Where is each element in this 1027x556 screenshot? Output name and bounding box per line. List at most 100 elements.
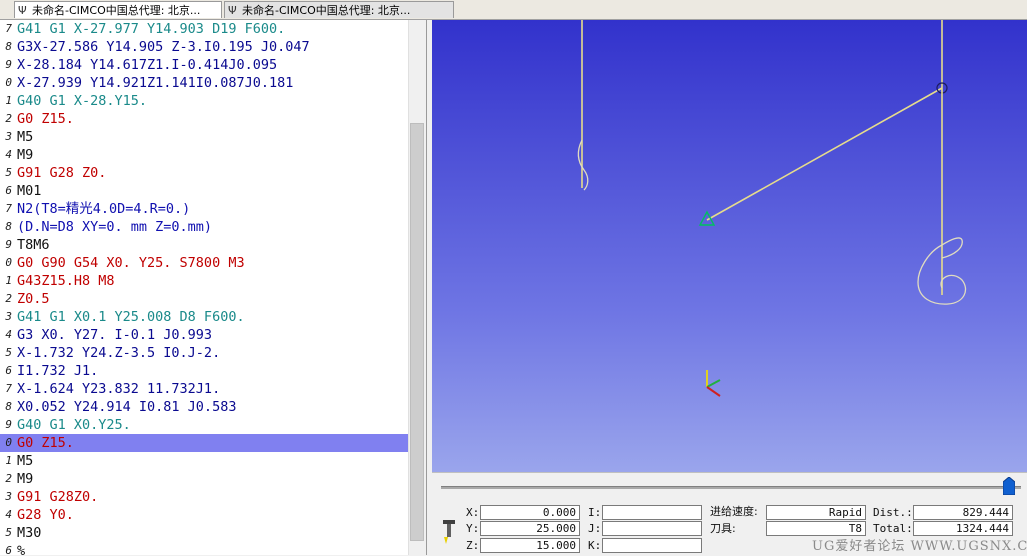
toolpath-entry-arc (941, 237, 963, 259)
code-line[interactable]: 3 G41 G1 X0.1 Y25.008 D8 F600. (0, 308, 408, 326)
tool-field: T8 (766, 521, 866, 536)
code-line[interactable]: 2 Z0.5 (0, 290, 408, 308)
code-line[interactable]: 0 X-27.939 Y14.921Z1.141I0.087J0.181 (0, 74, 408, 92)
code-line[interactable]: 5 G91 G28 Z0. (0, 164, 408, 182)
line-number: 2 (5, 472, 12, 485)
j-coordinate-field (602, 521, 702, 536)
line-number: 8 (5, 220, 12, 233)
line-number: 5 (5, 526, 12, 539)
tool-label: 刀具: (710, 522, 736, 535)
nc-file-icon: Ψ (18, 4, 27, 17)
code-text: T8M6 (17, 237, 50, 253)
k-coordinate-field (602, 538, 702, 553)
distance-label: Dist.: (873, 506, 913, 519)
axis-triad-icon (706, 370, 721, 397)
toolpath-helix-left (577, 139, 589, 191)
nc-code-editor[interactable]: 7 G41 G1 X-27.977 Y14.903 D19 F600. 8 G3X-2… (0, 20, 427, 555)
code-line[interactable]: 1 M5 (0, 452, 408, 470)
line-number: 5 (5, 346, 12, 359)
code-line[interactable]: 0 G0 G90 G54 X0. Y25. S7800 M3 (0, 254, 408, 272)
nc-file-icon: Ψ (228, 4, 237, 17)
scrollbar-thumb[interactable] (410, 123, 424, 541)
code-text: G3 X0. Y27. I-0.1 J0.993 (17, 327, 213, 343)
line-number: 3 (5, 310, 12, 323)
code-line[interactable]: 4 G28 Y0. (0, 506, 408, 524)
code-line[interactable]: 8 X0.052 Y24.914 I0.81 J0.583 (0, 398, 408, 416)
code-line[interactable]: 7 G41 G1 X-27.977 Y14.903 D19 F600. (0, 20, 408, 38)
line-number: 6 (5, 364, 12, 377)
code-text: M5 (17, 129, 34, 145)
line-number: 1 (5, 274, 12, 287)
line-number: 4 (5, 328, 12, 341)
line-number: 7 (5, 22, 12, 35)
code-text: G40 G1 X0.Y25. (17, 417, 131, 433)
toolpath-rapid-move (706, 87, 943, 221)
code-text: X-27.939 Y14.921Z1.141I0.087J0.181 (17, 75, 294, 91)
code-line[interactable]: 9 X-28.184 Y14.617Z1.I-0.414J0.095 (0, 56, 408, 74)
tab-document-2[interactable]: Ψ 未命名-CIMCO中国总代理: 北京... (224, 1, 454, 18)
backplot-viewport[interactable] (432, 20, 1027, 472)
tab-document-1[interactable]: Ψ 未命名-CIMCO中国总代理: 北京... (14, 1, 222, 18)
line-number: 8 (5, 400, 12, 413)
code-line[interactable]: 7 N2(T8=精光4.0D=4.R=0.) (0, 200, 408, 218)
code-line[interactable]: 6 I1.732 J1. (0, 362, 408, 380)
x-coordinate-field: 0.000 (480, 505, 580, 520)
code-text: G41 G1 X0.1 Y25.008 D8 F600. (17, 309, 245, 325)
code-text: G0 Z15. (17, 111, 74, 127)
tool-icon (443, 520, 455, 544)
playback-slider-track[interactable] (441, 486, 1021, 489)
code-text: G91 G28 Z0. (17, 165, 107, 181)
code-line[interactable]: 3 G91 G28Z0. (0, 488, 408, 506)
code-line[interactable]: 6% (0, 542, 408, 555)
code-text: M9 (17, 147, 34, 163)
code-line[interactable]: 4 M9 (0, 146, 408, 164)
tab-label: 未命名-CIMCO中国总代理: 北京... (242, 4, 411, 17)
code-text: Z0.5 (17, 291, 50, 307)
line-number: 1 (5, 454, 12, 467)
line-number: 0 (5, 76, 12, 89)
code-line[interactable]: 9 T8M6 (0, 236, 408, 254)
tab-label: 未命名-CIMCO中国总代理: 北京... (32, 4, 201, 17)
line-number: 6 (5, 184, 12, 197)
code-text: M01 (17, 183, 42, 199)
i-label: I: (588, 506, 602, 519)
line-number: 3 (5, 490, 12, 503)
code-line[interactable]: 7 X-1.624 Y23.832 11.732J1. (0, 380, 408, 398)
playback-slider-thumb[interactable] (1003, 477, 1016, 495)
line-number: 8 (5, 40, 12, 53)
code-line[interactable]: 5 X-1.732 Y24.Z-3.5 I0.J-2. (0, 344, 408, 362)
line-number: 9 (5, 418, 12, 431)
code-line[interactable]: 6 M01 (0, 182, 408, 200)
line-number: 0 (5, 436, 12, 449)
code-line[interactable]: 2 M9 (0, 470, 408, 488)
code-line[interactable]: 8 G3X-27.586 Y14.905 Z-3.I0.195 J0.047 (0, 38, 408, 56)
line-number: 1 (5, 94, 12, 107)
editor-vertical-scrollbar[interactable] (408, 20, 426, 555)
total-distance-field: 1324.444 (913, 521, 1013, 536)
code-line[interactable]: 1 G40 G1 X-28.Y15. (0, 92, 408, 110)
code-text: X-28.184 Y14.617Z1.I-0.414J0.095 (17, 57, 278, 73)
x-label: X: (466, 506, 480, 519)
code-line[interactable]: 5 M30 (0, 524, 408, 542)
code-line[interactable]: 0 G0 Z15. (0, 434, 408, 452)
code-line[interactable]: 9 G40 G1 X0.Y25. (0, 416, 408, 434)
feed-rate-field: Rapid (766, 505, 866, 520)
code-line[interactable]: 8 (D.N=D8 XY=0. mm Z=0.mm) (0, 218, 408, 236)
line-number: 9 (5, 58, 12, 71)
code-line[interactable]: 2 G0 Z15. (0, 110, 408, 128)
line-number: 2 (5, 292, 12, 305)
code-text: M5 (17, 453, 34, 469)
distance-field: 829.444 (913, 505, 1013, 520)
line-number: 6 (5, 544, 12, 555)
forum-watermark: UG爱好者论坛 WWW.UGSNX.COM (812, 539, 1027, 554)
code-line[interactable]: 3 M5 (0, 128, 408, 146)
code-line[interactable]: 1 G43Z15.H8 M8 (0, 272, 408, 290)
line-number: 3 (5, 130, 12, 143)
code-text: (D.N=D8 XY=0. mm Z=0.mm) (17, 219, 213, 235)
code-text: G40 G1 X-28.Y15. (17, 93, 148, 109)
code-text: G0 Z15. (17, 435, 74, 451)
i-coordinate-field (602, 505, 702, 520)
code-text: G43Z15.H8 M8 (17, 273, 115, 289)
start-point-marker (698, 210, 716, 226)
code-line[interactable]: 4 G3 X0. Y27. I-0.1 J0.993 (0, 326, 408, 344)
